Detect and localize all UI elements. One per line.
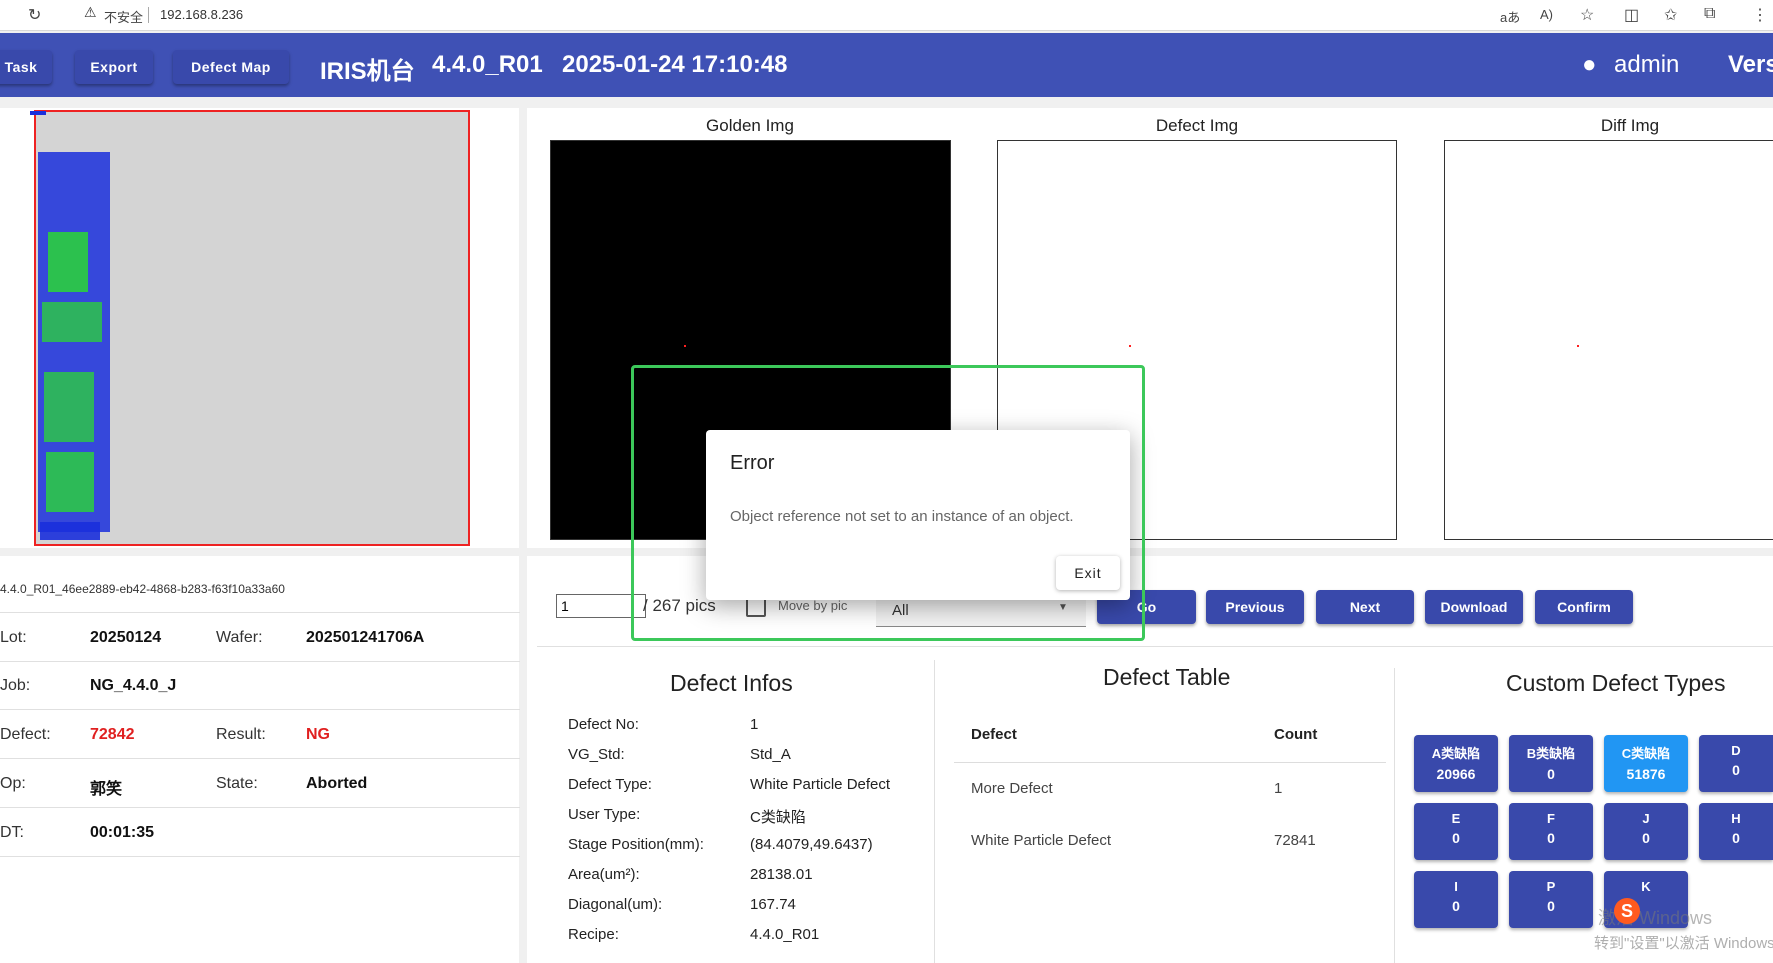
annotation-highlight-box [631, 365, 1145, 641]
